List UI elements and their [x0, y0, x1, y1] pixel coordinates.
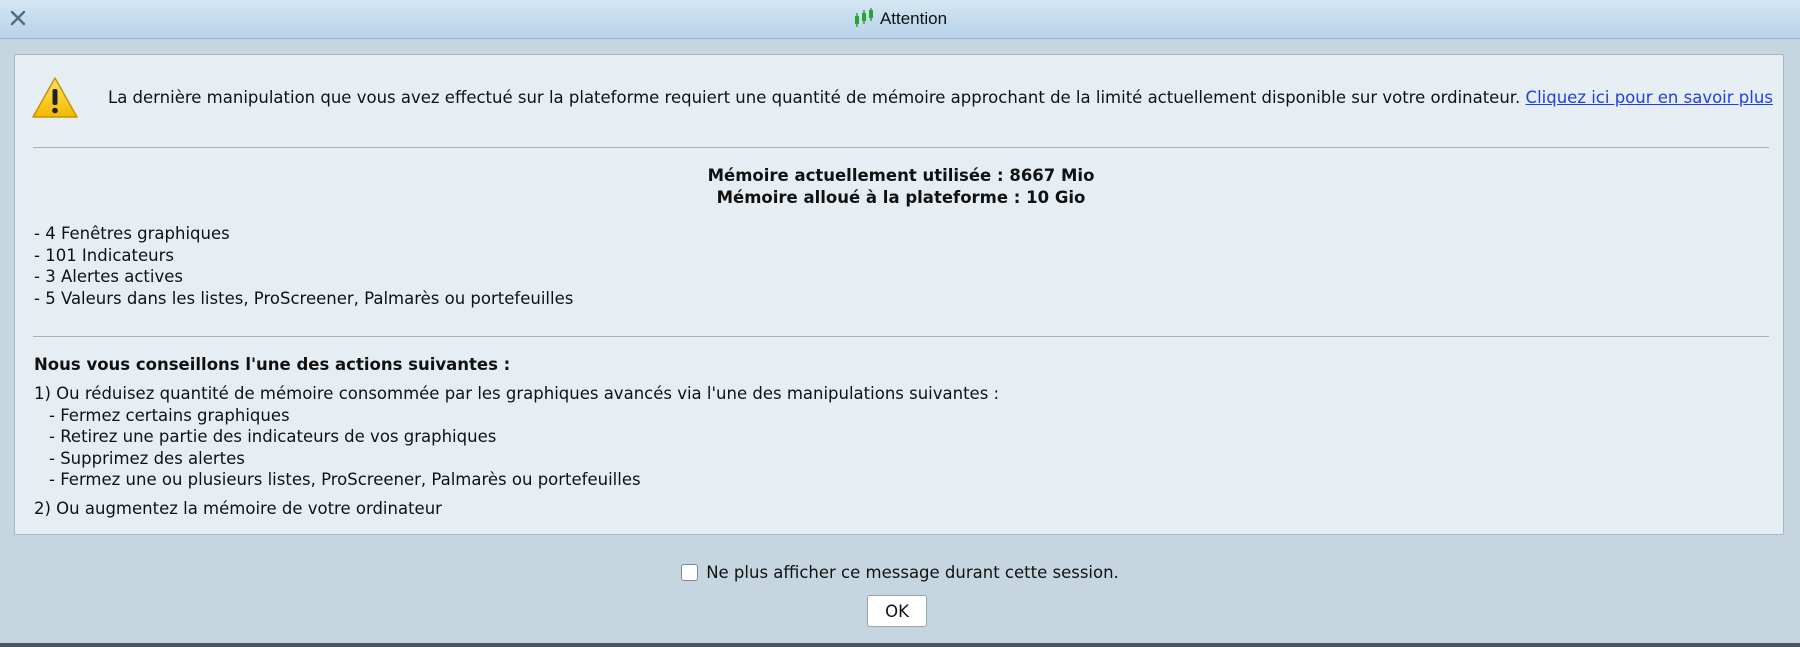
list-item: - Fermez certains graphiques: [49, 405, 290, 425]
dont-show-again-checkbox[interactable]: [681, 563, 699, 581]
attention-dialog: Attention La dernière manipulation que v…: [0, 0, 1800, 647]
memory-used: Mémoire actuellement utilisée : 8667 Mio: [707, 166, 1095, 185]
learn-more-link[interactable]: Cliquez ici pour en savoir plus: [1526, 88, 1773, 107]
advice-option-1: 1) Ou réduisez quantité de mémoire conso…: [34, 384, 1000, 403]
advice-option-2: 2) Ou augmentez la mémoire de votre ordi…: [34, 498, 442, 518]
memory-allocated: Mémoire alloué à la plateforme : 10 Gio: [716, 188, 1086, 207]
list-item: - Supprimez des alertes: [49, 448, 245, 468]
underlying-window-edge: [0, 643, 1800, 647]
title-bar[interactable]: Attention: [0, 0, 1800, 39]
list-item: - 3 Alertes actives: [34, 267, 183, 286]
warning-row: La dernière manipulation que vous avez e…: [31, 73, 1773, 123]
warning-message: La dernière manipulation que vous avez e…: [108, 88, 1521, 107]
candlestick-icon: [854, 8, 873, 27]
close-icon[interactable]: [9, 9, 27, 27]
dont-show-again-row: Ne plus afficher ce message durant cette…: [0, 559, 1800, 585]
list-item: - 4 Fenêtres graphiques: [34, 224, 230, 243]
list-item: - 101 Indicateurs: [34, 245, 174, 265]
list-item: - Fermez une ou plusieurs listes, ProScr…: [49, 470, 641, 489]
list-item: - Retirez une partie des indicateurs de …: [49, 427, 497, 446]
memory-summary: Mémoire actuellement utilisée : 8667 Mio…: [33, 165, 1769, 209]
usage-stats-list: - 4 Fenêtres graphiques - 101 Indicateur…: [34, 223, 573, 309]
message-panel: La dernière manipulation que vous avez e…: [14, 54, 1784, 535]
list-item: - 5 Valeurs dans les listes, ProScreener…: [34, 288, 574, 308]
dialog-title: Attention: [879, 9, 948, 28]
advice-list: 1) Ou réduisez quantité de mémoire conso…: [34, 383, 999, 519]
divider-bottom: [33, 336, 1769, 337]
divider-top: [33, 147, 1769, 148]
advice-heading: Nous vous conseillons l'une des actions …: [34, 355, 511, 374]
ok-button[interactable]: OK: [867, 595, 927, 627]
warning-text: La dernière manipulation que vous avez e…: [108, 88, 1773, 107]
dont-show-again-label[interactable]: Ne plus afficher ce message durant cette…: [706, 563, 1119, 582]
warning-icon: [32, 77, 78, 118]
close-button[interactable]: [6, 6, 30, 30]
